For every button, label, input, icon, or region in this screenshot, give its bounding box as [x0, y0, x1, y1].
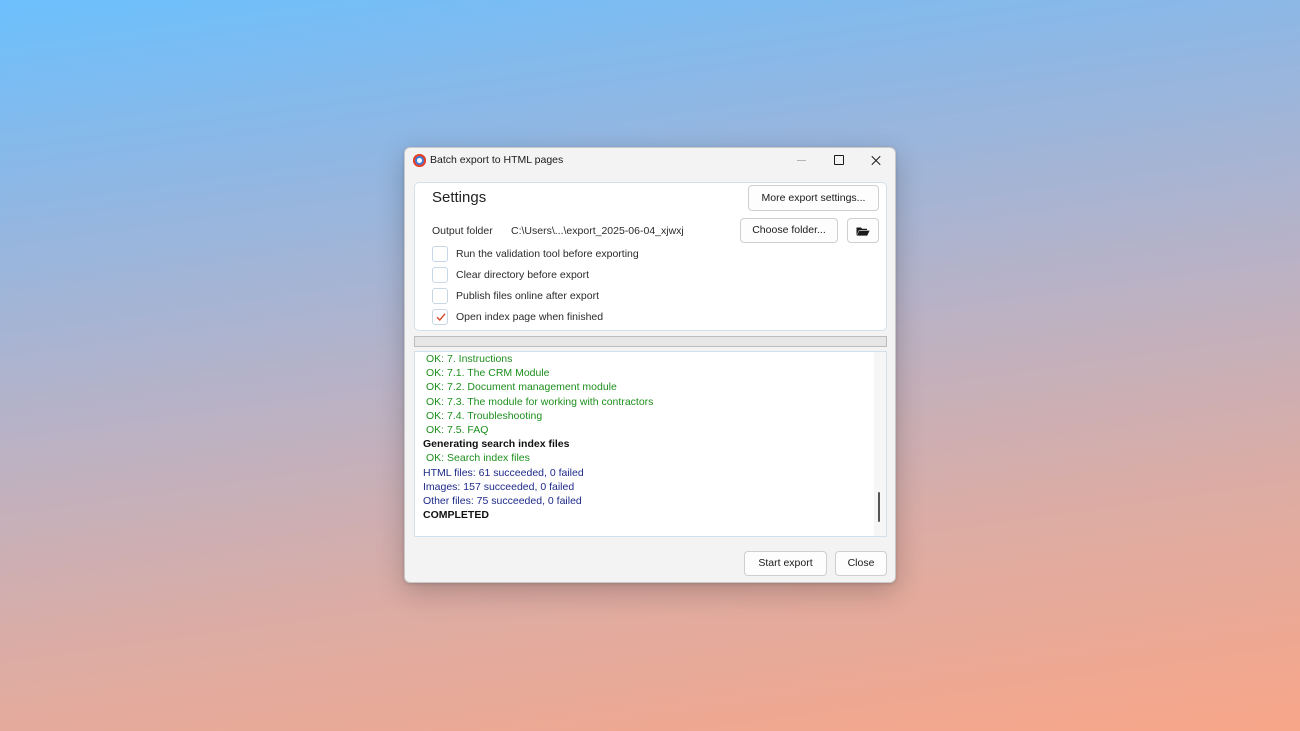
- close-button[interactable]: Close: [835, 551, 887, 576]
- settings-panel: Settings More export settings... Output …: [414, 182, 887, 331]
- output-folder-path: C:\Users\...\export_2025-06-04_xjwxj: [511, 225, 684, 237]
- log-line: Generating search index files: [423, 438, 570, 451]
- open-folder-icon: [856, 227, 870, 236]
- choose-folder-button[interactable]: Choose folder...: [740, 218, 838, 243]
- option-label: Publish files online after export: [456, 290, 599, 302]
- export-progress-bar: [414, 336, 887, 347]
- log-scrollbar[interactable]: [874, 352, 886, 536]
- log-lines: OK: 7. Instructions OK: 7.1. The CRM Modu…: [423, 352, 873, 522]
- output-folder-label: Output folder: [432, 225, 493, 237]
- option-label: Clear directory before export: [456, 269, 590, 281]
- log-line: OK: 7.4. Troubleshooting: [426, 409, 543, 422]
- log-line: OK: 7.2. Document management module: [426, 381, 617, 394]
- app-icon: [413, 154, 426, 167]
- option-checkbox[interactable]: [432, 246, 448, 262]
- option-checkbox[interactable]: [432, 288, 448, 304]
- log-line: OK: 7. Instructions: [426, 353, 513, 365]
- close-window-button[interactable]: [857, 148, 895, 174]
- log-line: OK: Search index files: [426, 452, 530, 465]
- export-log[interactable]: OK: 7. Instructions OK: 7.1. The CRM Modu…: [414, 351, 887, 537]
- log-line: OK: 7.1. The CRM Module: [426, 367, 550, 380]
- minimize-button[interactable]: [782, 148, 820, 174]
- log-line: COMPLETED: [423, 509, 489, 522]
- log-line: OK: 7.3. The module for working with con…: [426, 395, 654, 408]
- more-export-settings-button[interactable]: More export settings...: [748, 185, 879, 211]
- batch-export-dialog: Batch export to HTML pages Settings More…: [404, 147, 896, 583]
- option-label: Run the validation tool before exporting: [456, 248, 639, 260]
- log-line: Other files: 75 succeeded, 0 failed: [423, 494, 582, 507]
- option-checkbox[interactable]: [432, 267, 448, 283]
- window-title: Batch export to HTML pages: [430, 154, 564, 166]
- maximize-button[interactable]: [820, 148, 858, 174]
- start-export-button[interactable]: Start export: [744, 551, 827, 576]
- log-scrollbar-thumb[interactable]: [878, 492, 880, 522]
- open-folder-button[interactable]: [847, 218, 879, 243]
- title-bar[interactable]: Batch export to HTML pages: [405, 148, 895, 174]
- log-line: Images: 157 succeeded, 0 failed: [423, 480, 575, 493]
- option-label: Open index page when finished: [456, 311, 604, 323]
- option-checkbox[interactable]: [432, 309, 448, 325]
- log-line: HTML files: 61 succeeded, 0 failed: [423, 466, 584, 479]
- settings-title: Settings: [432, 189, 487, 206]
- checkmark-icon: [436, 313, 446, 322]
- log-line: OK: 7.5. FAQ: [426, 423, 489, 436]
